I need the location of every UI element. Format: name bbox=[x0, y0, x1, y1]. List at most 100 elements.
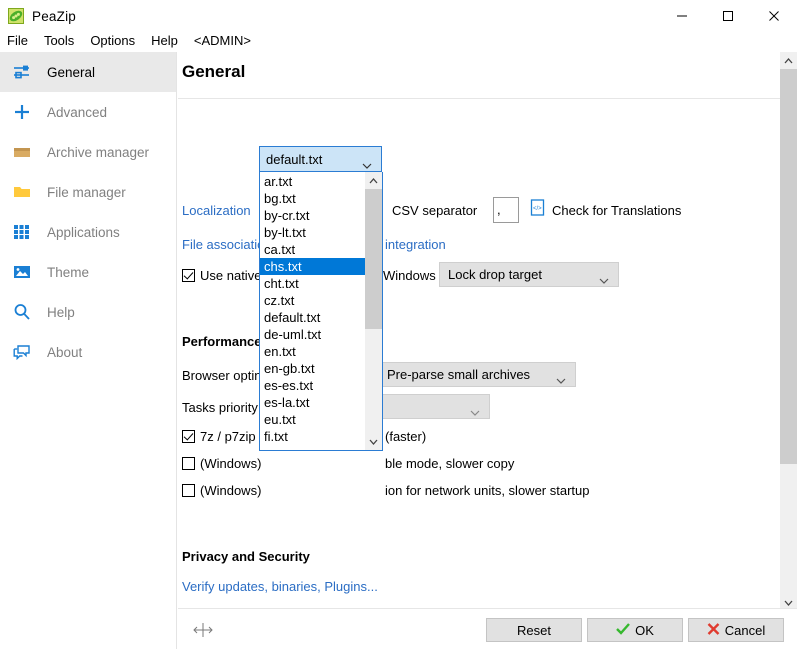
use-native-label: Use native bbox=[200, 268, 262, 283]
sidebar-item-label: Archive manager bbox=[47, 144, 150, 160]
resize-splitter-icon[interactable] bbox=[192, 623, 214, 637]
localization-label: Localization bbox=[182, 203, 251, 218]
window-title: PeaZip bbox=[32, 8, 76, 24]
drop-target-value: Lock drop target bbox=[448, 267, 542, 282]
tasks-priority-label: Tasks priority bbox=[182, 400, 258, 415]
sidebar-item-about[interactable]: About bbox=[0, 332, 176, 372]
maximize-icon[interactable] bbox=[705, 0, 751, 32]
list-item[interactable]: fi.txt bbox=[260, 428, 366, 445]
list-item[interactable]: ar.txt bbox=[260, 173, 366, 190]
content-vertical-scrollbar[interactable] bbox=[780, 52, 797, 611]
sidebar-item-label: Applications bbox=[47, 224, 120, 240]
list-item[interactable]: es-la.txt bbox=[260, 394, 366, 411]
list-item[interactable]: en.txt bbox=[260, 343, 366, 360]
tasks-priority-combo[interactable] bbox=[378, 394, 490, 419]
sidebar-item-applications[interactable]: Applications bbox=[0, 212, 176, 252]
windows-label: Windows bbox=[383, 268, 436, 283]
code-file-icon: </> bbox=[530, 199, 547, 216]
reset-button[interactable]: Reset bbox=[486, 618, 582, 642]
windows-option-1-tail: ble mode, slower copy bbox=[385, 456, 515, 471]
list-item[interactable]: eu.txt bbox=[260, 411, 366, 428]
file-associations-label: File associatio bbox=[182, 237, 265, 252]
use-native-checkbox[interactable] bbox=[182, 269, 195, 282]
chevron-down-icon bbox=[599, 272, 609, 284]
sidebar-item-theme[interactable]: Theme bbox=[0, 252, 176, 292]
list-item[interactable]: cht.txt bbox=[260, 275, 366, 292]
sidebar-item-advanced[interactable]: Advanced bbox=[0, 92, 176, 132]
archive-box-icon bbox=[13, 142, 35, 162]
sidebar-item-label: File manager bbox=[47, 184, 126, 200]
windows-option-2-checkbox[interactable] bbox=[182, 484, 195, 497]
scroll-up-arrow-icon[interactable] bbox=[780, 52, 797, 69]
sidebar-item-file-manager[interactable]: File manager bbox=[0, 172, 176, 212]
scroll-down-arrow-icon[interactable] bbox=[365, 433, 382, 450]
list-item[interactable]: de-uml.txt bbox=[260, 326, 366, 343]
sidebar-item-help[interactable]: Help bbox=[0, 292, 176, 332]
drop-target-combo[interactable]: Lock drop target bbox=[439, 262, 619, 287]
menu-item-help[interactable]: Help bbox=[143, 30, 186, 52]
close-icon[interactable] bbox=[751, 0, 797, 32]
chevron-down-icon bbox=[362, 157, 372, 169]
menu-item-options[interactable]: Options bbox=[82, 30, 143, 52]
windows-option-2-label: (Windows) bbox=[200, 483, 262, 498]
sidebar-item-label: General bbox=[47, 64, 96, 80]
menu-bar: File Tools Options Help <ADMIN> bbox=[0, 30, 797, 52]
localization-combo[interactable]: default.txt bbox=[259, 146, 382, 172]
menu-item-tools[interactable]: Tools bbox=[36, 30, 82, 52]
list-item[interactable]: cz.txt bbox=[260, 292, 366, 309]
use-native-checkbox-row[interactable]: Use native bbox=[182, 268, 261, 283]
windows-option-1-row[interactable]: (Windows) bbox=[182, 456, 261, 471]
csv-separator-input[interactable]: , bbox=[493, 197, 519, 223]
list-item[interactable]: bg.txt bbox=[260, 190, 366, 207]
minimize-icon[interactable] bbox=[659, 0, 705, 32]
list-item[interactable]: en-gb.txt bbox=[260, 360, 366, 377]
sidebar-item-general[interactable]: General bbox=[0, 52, 176, 92]
content-scrollbar-thumb[interactable] bbox=[780, 69, 797, 464]
list-item-selected[interactable]: chs.txt bbox=[260, 258, 366, 275]
check-for-translations-label[interactable]: Check for Translations bbox=[552, 203, 681, 218]
list-item[interactable]: es-es.txt bbox=[260, 377, 366, 394]
sidebar-item-label: Help bbox=[47, 304, 75, 320]
list-item[interactable]: by-lt.txt bbox=[260, 224, 366, 241]
sidebar-item-label: Advanced bbox=[47, 104, 108, 120]
ok-button-label: OK bbox=[635, 622, 654, 638]
plus-icon bbox=[13, 102, 35, 122]
localization-dropdown-list[interactable]: ar.txt bg.txt by-cr.txt by-lt.txt ca.txt… bbox=[259, 172, 383, 451]
dropdown-scrollbar-thumb[interactable] bbox=[365, 189, 382, 329]
browser-optimization-label: Browser optin bbox=[182, 368, 262, 383]
chevron-down-icon bbox=[470, 404, 480, 416]
browser-optimization-value: Pre-parse small archives bbox=[387, 367, 531, 382]
windows-option-2-row[interactable]: (Windows) bbox=[182, 483, 261, 498]
localization-value: default.txt bbox=[266, 151, 323, 167]
integration-label: integration bbox=[385, 237, 446, 252]
sidebar-item-archive-manager[interactable]: Archive manager bbox=[0, 132, 176, 172]
dropdown-scrollbar[interactable] bbox=[365, 172, 382, 450]
windows-option-2-tail: ion for network units, slower startup bbox=[385, 483, 590, 498]
list-item[interactable]: ca.txt bbox=[260, 241, 366, 258]
p7zip-checkbox-row[interactable]: 7z / p7zip bbox=[182, 429, 256, 444]
privacy-heading: Privacy and Security bbox=[182, 549, 310, 564]
cancel-button-label: Cancel bbox=[724, 622, 766, 638]
dialog-footer: Reset OK Cancel bbox=[178, 608, 797, 649]
cross-icon bbox=[707, 622, 720, 638]
menu-item-admin[interactable]: <ADMIN> bbox=[186, 30, 259, 52]
cancel-button[interactable]: Cancel bbox=[688, 618, 784, 642]
ok-button[interactable]: OK bbox=[587, 618, 683, 642]
browser-optimization-combo[interactable]: Pre-parse small archives bbox=[378, 362, 576, 387]
title-bar: PeaZip bbox=[0, 0, 797, 32]
list-item[interactable]: by-cr.txt bbox=[260, 207, 366, 224]
windows-option-1-label: (Windows) bbox=[200, 456, 262, 471]
scroll-up-arrow-icon[interactable] bbox=[365, 172, 382, 189]
speech-bubbles-icon bbox=[13, 342, 35, 362]
peazip-pea-pod-icon bbox=[8, 8, 24, 24]
p7zip-checkbox[interactable] bbox=[182, 430, 195, 443]
verify-updates-link[interactable]: Verify updates, binaries, Plugins... bbox=[182, 579, 378, 594]
sliders-icon bbox=[13, 62, 35, 82]
list-item[interactable]: default.txt bbox=[260, 309, 366, 326]
windows-option-1-checkbox[interactable] bbox=[182, 457, 195, 470]
svg-text:</>: </> bbox=[533, 206, 542, 212]
sidebar: General Advanced Archive manager File ma… bbox=[0, 52, 177, 649]
folder-icon bbox=[13, 182, 35, 202]
chevron-down-icon bbox=[556, 372, 566, 384]
menu-item-file[interactable]: File bbox=[0, 30, 36, 52]
